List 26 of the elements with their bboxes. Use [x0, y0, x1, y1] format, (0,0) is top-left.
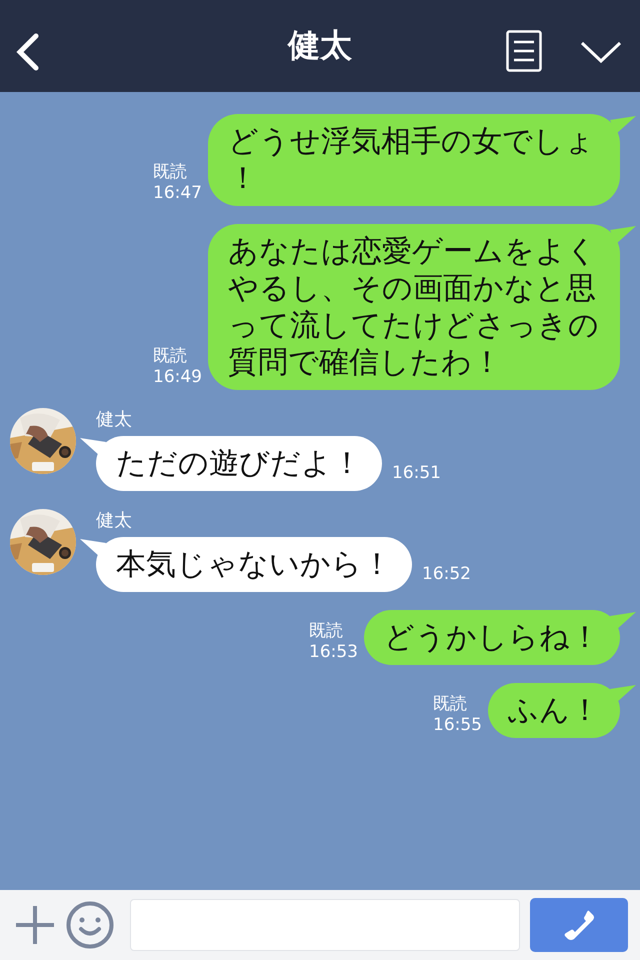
message-text: どうかしらね！ [384, 619, 600, 656]
message-text: ふん！ [508, 692, 600, 729]
chat-title: 健太 [288, 25, 352, 66]
plus-icon[interactable] [14, 904, 56, 946]
call-button[interactable] [530, 898, 628, 952]
read-receipt: 既読 [433, 694, 468, 715]
message-text: ただの遊びだよ！ [116, 445, 362, 482]
message-text: どうせ浮気相手の女でしょ！ [228, 123, 596, 197]
message-time: 16:49 [153, 367, 202, 388]
sender-name: 健太 [96, 408, 133, 432]
message-time: 16:52 [422, 564, 471, 586]
emoji-icon[interactable] [66, 901, 114, 949]
notes-icon[interactable] [506, 30, 542, 72]
message-time: 16:51 [392, 463, 441, 485]
read-receipt: 既読 [153, 162, 188, 183]
message-time: 16:53 [309, 642, 358, 663]
phone-icon [562, 908, 596, 942]
message-time: 16:47 [153, 183, 202, 204]
chevron-down-icon[interactable] [580, 40, 622, 64]
message-input[interactable] [130, 899, 520, 951]
sender-name: 健太 [96, 509, 133, 533]
read-receipt: 既読 [153, 346, 188, 367]
read-receipt: 既読 [309, 621, 344, 642]
message-time: 16:55 [433, 715, 482, 736]
message-text: あなたは恋愛ゲームをよくやるし、その画面かなと思って流してたけどさっきの質問で確信したわ！ [228, 233, 600, 381]
message-text: 本気じゃないから！ [116, 546, 392, 583]
